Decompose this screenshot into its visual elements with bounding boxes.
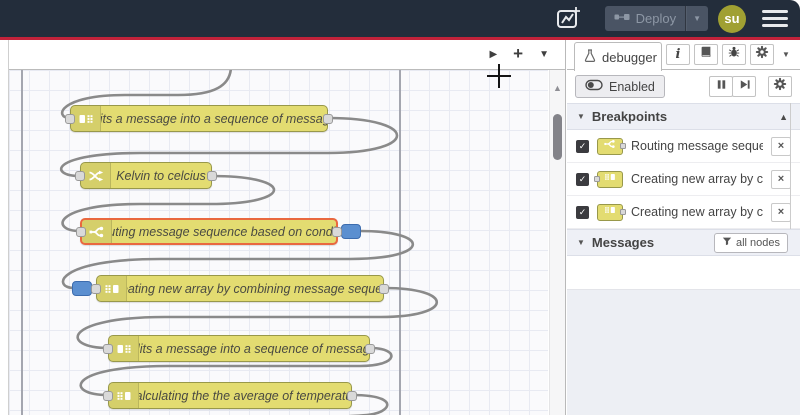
flow-node[interactable]: Creating new array by combining message …: [72, 275, 389, 302]
flow-node[interactable]: Calculating the the average of temperatu…: [103, 382, 357, 409]
sidebar-scroll-track: [790, 103, 791, 229]
split-icon: [71, 106, 101, 131]
node-port-right[interactable]: [347, 390, 357, 401]
workspace-tabbar: ▶ + ▼: [9, 40, 565, 70]
switch-icon: [597, 137, 626, 155]
node-port-left[interactable]: [65, 113, 75, 124]
debug-button[interactable]: [722, 44, 746, 65]
node-port-right[interactable]: [332, 226, 342, 237]
docs-button[interactable]: [694, 44, 718, 65]
flow-node[interactable]: Kelvin to celcius: [75, 162, 217, 189]
sidebar-tabbar: debugger i ▼: [567, 40, 800, 71]
canvas-scrollbar-thumb[interactable]: [553, 114, 562, 160]
deploy-label: Deploy: [635, 11, 677, 26]
debugger-controls: Enabled: [567, 70, 800, 103]
config-button[interactable]: [750, 44, 774, 65]
node-port-right[interactable]: [379, 283, 389, 294]
node-port-left[interactable]: [103, 343, 113, 354]
chevron-down-icon: ▼: [577, 112, 585, 121]
node-port-left[interactable]: [76, 226, 86, 237]
info-icon: i: [675, 47, 681, 62]
messages-section-header[interactable]: ▼ Messages all nodes: [567, 229, 800, 256]
flow-node[interactable]: Splits a message into a sequence of mess…: [103, 335, 375, 362]
flow-list-icon[interactable]: ▼: [539, 49, 549, 60]
breakpoint-checkbox[interactable]: ✓: [576, 205, 589, 219]
crosshair-cursor: [487, 64, 511, 88]
debug-sidebar: debugger i ▼ Enabled ▼ Breakpoints ▲ ✓ R…: [567, 40, 800, 415]
switch-icon: [82, 220, 112, 243]
capture-flow-icon[interactable]: [553, 4, 583, 34]
flow-canvas-pane: ▶ + ▼ Splits a message into a sequence o…: [0, 40, 566, 415]
flask-icon: [584, 49, 596, 65]
add-flow-button[interactable]: +: [513, 45, 523, 62]
pause-icon: [715, 78, 728, 96]
filter-label: all nodes: [735, 236, 780, 249]
join-icon: [109, 383, 139, 408]
node-port: [620, 143, 626, 149]
breakpoint-marker[interactable]: [72, 281, 92, 296]
deploy-options-caret[interactable]: ▼: [685, 6, 708, 31]
tab-debugger-label: debugger: [602, 49, 657, 65]
bug-icon: [727, 45, 741, 64]
enabled-toggle[interactable]: Enabled: [575, 75, 665, 98]
breakpoints-section-header[interactable]: ▼ Breakpoints ▲: [567, 103, 800, 130]
messages-title: Messages: [591, 235, 655, 250]
node-port-left[interactable]: [91, 283, 101, 294]
node-port-right[interactable]: [365, 343, 375, 354]
chevron-down-icon: ▼: [577, 238, 585, 247]
join-icon: [97, 276, 127, 301]
node-port: [594, 176, 600, 182]
breakpoints-title: Breakpoints: [591, 109, 668, 124]
toggle-icon: [585, 79, 603, 94]
more-tabs-caret-icon[interactable]: ▼: [778, 44, 794, 65]
node-port-right[interactable]: [323, 113, 333, 124]
step-button[interactable]: [732, 76, 756, 97]
deploy-button[interactable]: Deploy ▼: [604, 6, 708, 31]
info-button[interactable]: i: [666, 44, 690, 65]
shuffle-icon: [81, 163, 111, 188]
app-header: Deploy ▼ su: [0, 0, 800, 40]
scroll-up-icon[interactable]: ▲: [553, 84, 562, 93]
messages-empty-area: [567, 290, 800, 415]
join-icon: [597, 203, 626, 221]
breakpoint-row[interactable]: ✓ Routing message sequence ba ×: [567, 130, 800, 163]
gear-icon: [755, 45, 769, 64]
breakpoint-checkbox[interactable]: ✓: [576, 139, 589, 153]
split-icon: [109, 336, 139, 361]
breakpoint-row[interactable]: ✓ Creating new array by combinin ×: [567, 196, 800, 229]
filter-all-nodes-button[interactable]: all nodes: [713, 232, 788, 253]
breakpoint-marker[interactable]: [341, 224, 361, 239]
palette-edge: [0, 40, 9, 415]
node-port: [620, 209, 626, 215]
flow-node[interactable]: Routing message sequence based on condit…: [76, 218, 361, 245]
main-menu-icon[interactable]: [762, 10, 788, 27]
remove-breakpoint-button[interactable]: ×: [771, 169, 791, 189]
step-next-icon: [738, 78, 751, 96]
scroll-tabs-right-icon[interactable]: ▶: [489, 49, 497, 60]
canvas-scrollbar[interactable]: ▲: [549, 70, 565, 415]
node-port-left[interactable]: [103, 390, 113, 401]
scroll-to-top-icon[interactable]: ▲: [779, 112, 788, 122]
pause-button[interactable]: [709, 76, 733, 97]
flow-node[interactable]: Splits a message into a sequence of mess…: [65, 105, 333, 132]
enabled-label: Enabled: [609, 79, 655, 94]
breakpoint-label: Creating new array by combinin: [631, 172, 763, 186]
funnel-icon: [722, 236, 732, 249]
gear-icon: [773, 77, 787, 96]
breakpoint-label: Creating new array by combinin: [631, 205, 763, 219]
deploy-icon: [614, 11, 630, 26]
debugger-settings-button[interactable]: [768, 76, 792, 97]
tab-debugger[interactable]: debugger: [574, 42, 662, 71]
breakpoint-row[interactable]: ✓ Creating new array by combinin ×: [567, 163, 800, 196]
user-avatar[interactable]: su: [718, 4, 746, 33]
node-port-right[interactable]: [207, 170, 217, 181]
book-icon: [699, 45, 713, 64]
breakpoint-label: Routing message sequence ba: [631, 139, 763, 153]
remove-breakpoint-button[interactable]: ×: [771, 202, 791, 222]
breakpoint-checkbox[interactable]: ✓: [576, 172, 589, 186]
messages-empty-row: [567, 256, 800, 290]
node-port-left[interactable]: [75, 170, 85, 181]
remove-breakpoint-button[interactable]: ×: [771, 136, 791, 156]
join-icon: [594, 170, 623, 188]
